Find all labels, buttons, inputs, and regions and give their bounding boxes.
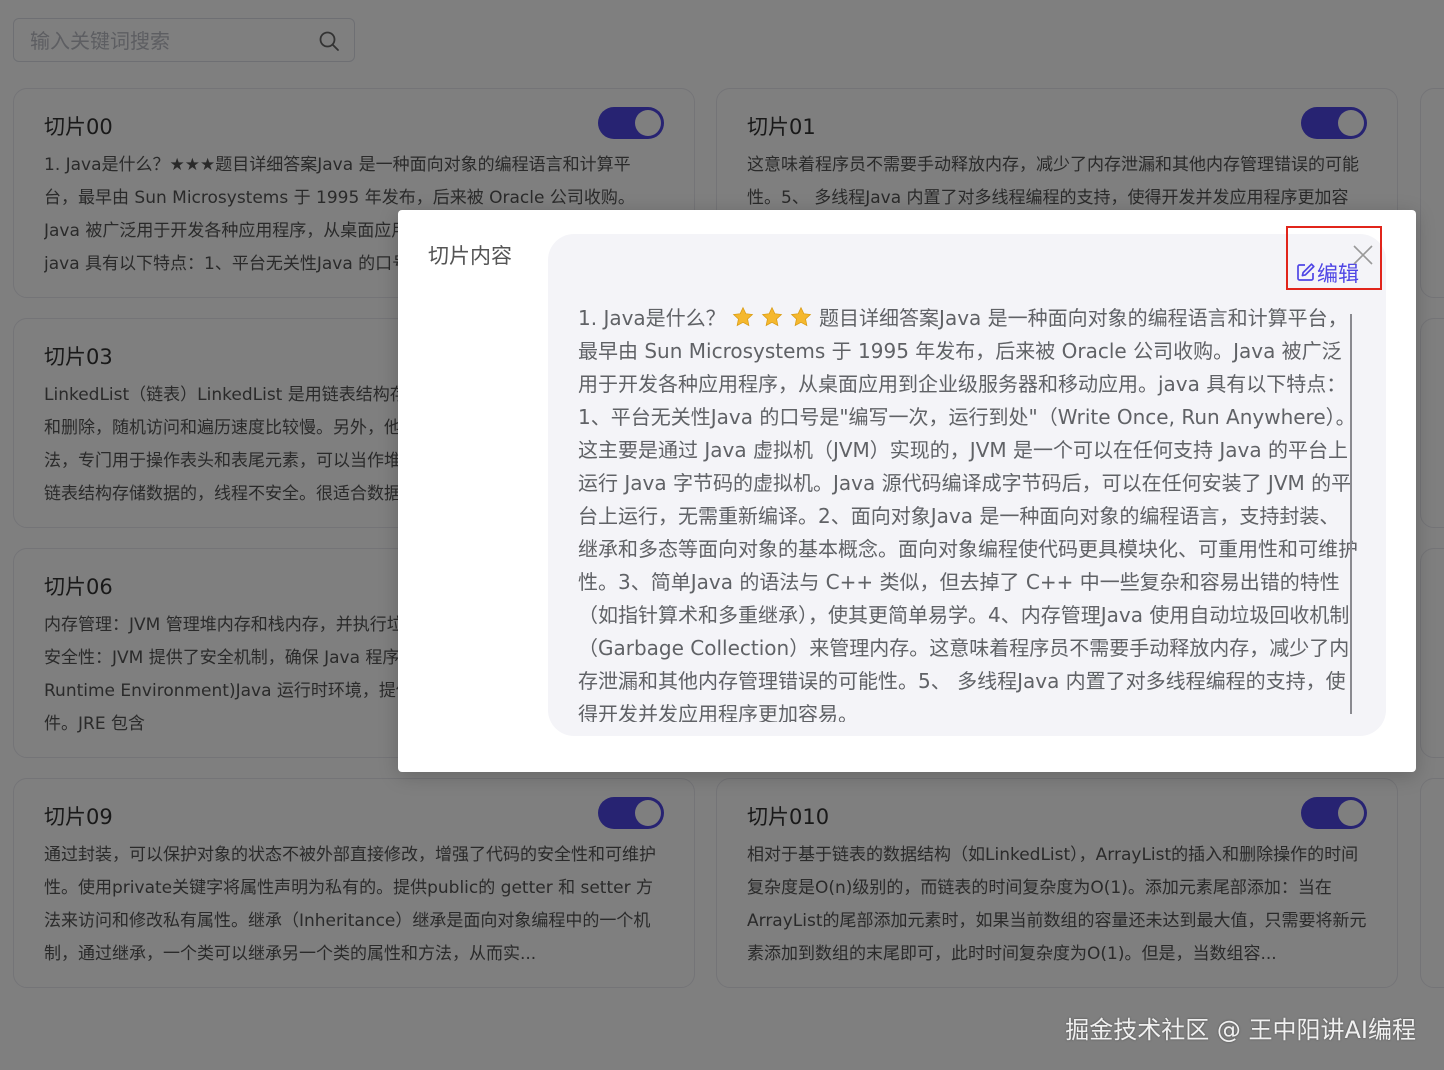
star-icon	[761, 306, 783, 327]
content-box: 1. Java是什么？ 题目详细答案Java 是一种面向对象的编程语言和计算平台…	[548, 234, 1386, 736]
chunk-content-dialog: 切片内容 1. Java是什么？ 题目详细答案Java 是一种面向对象的编程语言…	[398, 210, 1416, 772]
content-body: 题目详细答案Java 是一种面向对象的编程语言和计算平台，最早由 Sun Mic…	[578, 306, 1358, 722]
page: 切片00 1. Java是什么？★★★题目详细答案Java 是一种面向对象的编程…	[0, 0, 1444, 1070]
watermark: 掘金技术社区 @ 王中阳讲AI编程	[1065, 1016, 1416, 1044]
star-icon	[790, 306, 812, 327]
edit-icon	[1297, 263, 1315, 281]
scrollbar[interactable]	[1350, 314, 1352, 714]
chunk-content-text: 1. Java是什么？ 题目详细答案Java 是一种面向对象的编程语言和计算平台…	[578, 302, 1358, 722]
star-icon	[732, 306, 754, 327]
close-icon[interactable]	[1352, 244, 1374, 266]
content-prefix: 1. Java是什么？	[578, 306, 726, 330]
dialog-label: 切片内容	[428, 244, 512, 268]
